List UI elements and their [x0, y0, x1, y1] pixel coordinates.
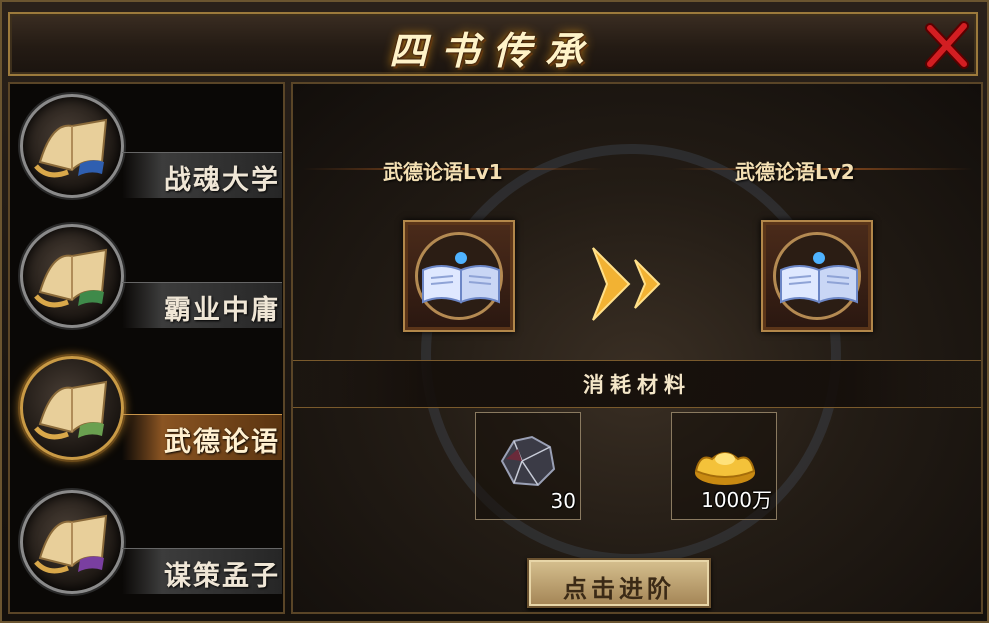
close-icon	[925, 21, 969, 69]
close-button[interactable]	[924, 20, 970, 70]
window-title: 四书传承	[388, 28, 597, 73]
material-slot-gold[interactable]: 1000万	[671, 412, 777, 520]
scroll-book-icon	[34, 118, 108, 178]
book-item-mouce-mengzi[interactable]: 谋策孟子	[14, 484, 282, 602]
book-item-baye-zhongyong[interactable]: 霸业中庸	[14, 218, 282, 336]
consume-materials-label: 消耗材料	[583, 373, 691, 397]
book-item-label: 谋策孟子	[164, 561, 280, 592]
current-book-slot[interactable]	[403, 220, 515, 332]
book-item-zhanhun-daxue[interactable]: 战魂大学	[14, 88, 282, 206]
upgrade-panel: 武德论语Lv1 武德论语Lv2 消耗材料 30 1000万 点击进阶	[291, 82, 983, 614]
gold-ingot-icon	[694, 452, 756, 485]
next-level-label: 武德论语Lv2	[735, 160, 855, 184]
book-item-label: 武德论语	[164, 427, 280, 458]
scroll-book-icon	[34, 248, 108, 308]
title-bar: 四书传承	[8, 12, 978, 76]
current-level-label: 武德论语Lv1	[383, 160, 503, 184]
upgrade-arrow-icon	[592, 247, 661, 321]
book-item-wude-lunyu[interactable]: 武德论语	[14, 350, 282, 468]
advance-button[interactable]: 点击进阶	[527, 558, 711, 608]
material-count: 30	[550, 489, 576, 513]
scroll-book-icon	[34, 514, 108, 574]
consume-materials-bar: 消耗材料	[293, 360, 981, 408]
material-slot-ore[interactable]: 30	[475, 412, 581, 520]
book-list: 战魂大学 霸业中庸 武德论语 谋策孟子	[8, 82, 285, 614]
book-item-label: 战魂大学	[164, 165, 280, 196]
open-book-icon	[422, 252, 500, 304]
window-frame: 四书传承 战魂大学 霸业中庸 武德论语 谋策孟子 武德论语Lv1 武德论语Lv2…	[0, 0, 989, 623]
material-count: 1000万	[701, 488, 772, 512]
ore-icon	[500, 435, 556, 487]
book-item-label: 霸业中庸	[164, 295, 280, 326]
next-book-slot[interactable]	[761, 220, 873, 332]
scroll-book-icon	[34, 380, 108, 440]
open-book-icon	[780, 252, 858, 304]
advance-button-label: 点击进阶	[563, 575, 675, 603]
